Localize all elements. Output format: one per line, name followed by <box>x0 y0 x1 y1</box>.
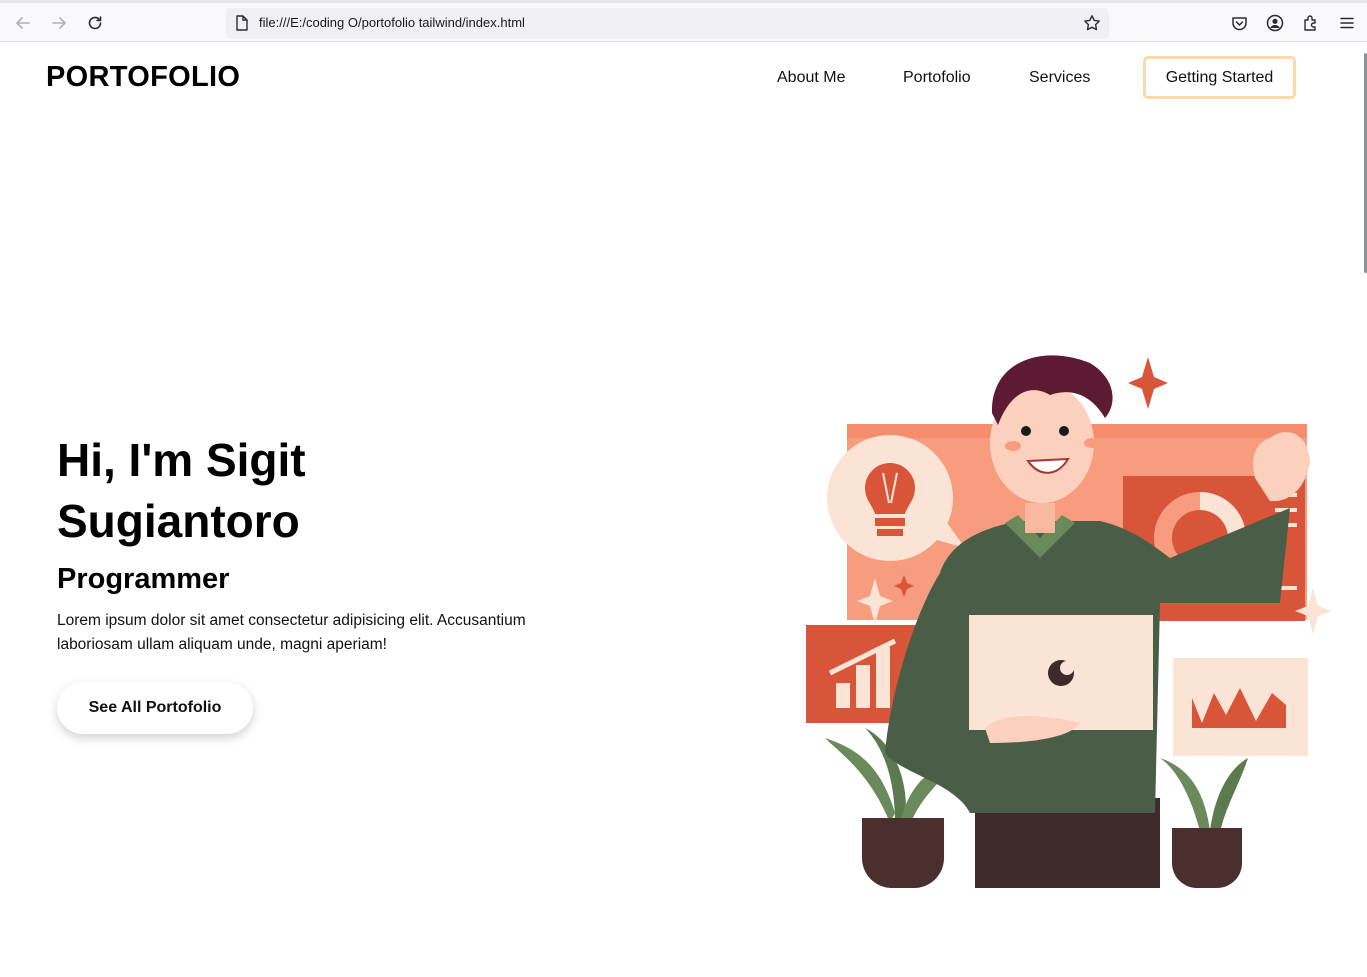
menu-icon[interactable] <box>1337 13 1357 33</box>
page-icon <box>235 15 249 36</box>
hero-illustration <box>806 355 1331 888</box>
hero-description: Lorem ipsum dolor sit amet consectetur a… <box>57 612 526 653</box>
site-header: PORTOFOLIO About Me Portofolio Services … <box>0 43 1360 115</box>
forward-arrow-icon[interactable] <box>47 11 71 35</box>
hero-title: Hi, I'm Sigit Sugiantoro <box>57 434 306 547</box>
pocket-icon[interactable] <box>1229 13 1249 33</box>
nav-services[interactable]: Services <box>1029 69 1090 87</box>
nav-about-me[interactable]: About Me <box>777 69 845 87</box>
nav-portofolio[interactable]: Portofolio <box>903 69 971 87</box>
url-text[interactable]: file:///E:/coding O/portofolio tailwind/… <box>259 15 525 30</box>
bookmark-star-icon[interactable] <box>1081 12 1103 34</box>
site-logo[interactable]: PORTOFOLIO <box>46 61 240 94</box>
extensions-icon[interactable] <box>1301 13 1321 33</box>
hero-role: Programmer <box>57 563 230 595</box>
back-arrow-icon[interactable] <box>11 11 35 35</box>
getting-started-button[interactable]: Getting Started <box>1143 56 1296 99</box>
sparkle-icon <box>1128 357 1168 409</box>
see-all-portofolio-button[interactable]: See All Portofolio <box>57 682 253 734</box>
browser-toolbar: file:///E:/coding O/portofolio tailwind/… <box>0 0 1367 42</box>
area-chart-panel <box>1173 658 1308 756</box>
right-plant <box>1160 758 1248 888</box>
url-bar[interactable]: file:///E:/coding O/portofolio tailwind/… <box>226 8 1109 39</box>
account-icon[interactable] <box>1265 13 1285 33</box>
laptop-icon <box>969 615 1153 743</box>
reload-icon[interactable] <box>83 11 107 35</box>
